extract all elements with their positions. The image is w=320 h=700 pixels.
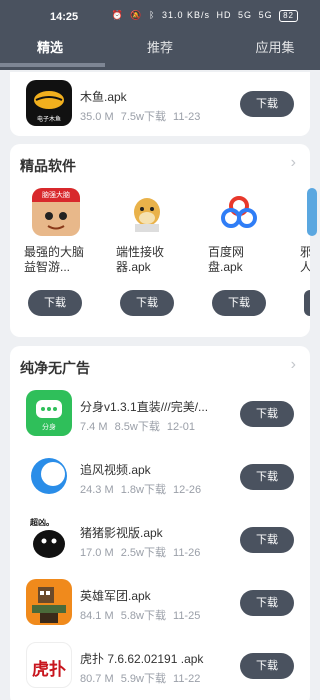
app-icon — [26, 579, 72, 625]
app-icon[interactable]: 电子木鱼 — [26, 80, 72, 126]
app-name: 追风视频.apk — [80, 463, 151, 477]
app-size: 35.0 M — [80, 111, 114, 123]
app-downloads: 7.5w下载 — [120, 111, 166, 123]
download-button[interactable]: 下载 — [304, 290, 310, 316]
tab-recommended[interactable]: 推荐 — [130, 32, 190, 70]
premium-section-card: 精品软件 › 脑强大脑 最强的大脑益智游... 下载 端性接收器.apk 下载 … — [10, 144, 317, 337]
app-downloads: 8.5w下载 — [114, 421, 160, 433]
app-downloads: 2.5w下载 — [120, 547, 166, 559]
app-icon: 虎扑 — [26, 642, 72, 688]
bluetooth-icon: ᛒ — [149, 10, 156, 20]
download-button[interactable]: 下载 — [240, 590, 294, 616]
baidu-netdisk-icon — [221, 196, 257, 228]
app-downloads: 1.8w下载 — [120, 484, 166, 496]
download-button[interactable]: 下载 — [120, 290, 174, 316]
signal-icon: 5G — [258, 10, 273, 20]
adfree-section-card: 纯净无广告 › 分身 分身v1.3.1直装///完美/... 7.4 M 8.5… — [10, 346, 310, 700]
chevron-right-icon[interactable]: › — [291, 154, 296, 172]
chevron-right-icon[interactable]: › — [291, 356, 296, 374]
app-icon — [215, 188, 263, 236]
app-icon — [26, 453, 72, 499]
app-date: 11-25 — [173, 610, 201, 622]
hd-icon: HD — [216, 10, 232, 20]
app-meta: 84.1 M 5.8w下载 11-25 — [80, 607, 204, 623]
hero-legion-icon — [32, 587, 66, 623]
status-icons: ⏰ 🔕 ᛒ 31.0 KB/s HD 5G 5G 82 — [109, 10, 298, 22]
download-button[interactable]: 下载 — [240, 464, 294, 490]
app-downloads: 5.8w下载 — [120, 610, 166, 622]
download-button[interactable]: 下载 — [240, 653, 294, 679]
wind-video-icon — [31, 458, 67, 494]
status-time: 14:25 — [50, 11, 79, 23]
app-name: 分身v1.3.1直装///完美/... — [80, 400, 209, 414]
hupu-logo-icon: 虎扑 — [32, 660, 66, 679]
download-button[interactable]: 下载 — [240, 91, 294, 117]
app-icon-label: 脑强大脑 — [42, 192, 70, 199]
app-name[interactable]: 木鱼.apk — [80, 88, 220, 105]
app-date: 11-22 — [173, 673, 201, 685]
app-meta: 17.0 M 2.5w下载 11-26 — [80, 544, 204, 560]
download-button[interactable]: 下载 — [212, 290, 266, 316]
battery-icon: 82 — [279, 10, 298, 22]
app-icon-label: 电子木鱼 — [36, 117, 61, 123]
tab-app-collections[interactable]: 应用集 — [240, 32, 310, 70]
app-meta: 80.7 M 5.9w下载 11-22 — [80, 670, 204, 686]
app-name: 邪人 — [300, 245, 310, 274]
app-size: 80.7 M — [80, 673, 114, 685]
app-icon — [307, 188, 317, 236]
app-icon-label: 超凶。 — [30, 518, 54, 527]
section-title: 精品软件 — [20, 158, 76, 174]
download-button[interactable]: 下载 — [240, 401, 294, 427]
status-bar: 14:25 ⏰ 🔕 ᛒ 31.0 KB/s HD 5G 5G 82 — [0, 0, 320, 32]
app-size: 84.1 M — [80, 610, 114, 622]
app-meta: 7.4 M 8.5w下载 12-01 — [80, 418, 199, 434]
app-icon — [123, 188, 171, 236]
section-title: 纯净无广告 — [20, 360, 90, 376]
app-name: 百度网盘.apk — [208, 245, 245, 274]
app-icon: 脑强大脑 — [32, 188, 80, 236]
app-icon: 分身 — [26, 390, 72, 436]
app-downloads: 5.9w下载 — [120, 673, 166, 685]
app-size: 17.0 M — [80, 547, 114, 559]
app-icon-label: 分身 — [42, 424, 56, 431]
mute-icon: 🔕 — [130, 10, 143, 20]
signal-icon: 5G — [238, 10, 253, 20]
download-button[interactable]: 下载 — [240, 527, 294, 553]
app-date: 12-26 — [173, 484, 202, 496]
app-size: 7.4 M — [80, 421, 108, 433]
network-speed: 31.0 KB/s — [161, 10, 210, 20]
app-name: 最强的大脑益智游... — [24, 245, 85, 274]
app-name: 端性接收器.apk — [116, 245, 165, 274]
app-date: 11-26 — [173, 547, 201, 559]
doge-icon — [134, 198, 160, 232]
download-button[interactable]: 下载 — [28, 290, 82, 316]
app-name: 虎扑 7.6.62.02191 .apk — [80, 652, 204, 666]
alarm-icon: ⏰ — [111, 10, 124, 20]
app-date: 12-01 — [166, 421, 196, 433]
app-meta: 24.3 M 1.8w下载 12-26 — [80, 481, 205, 497]
top-bar: 14:25 ⏰ 🔕 ᛒ 31.0 KB/s HD 5G 5G 82 精选 推荐 … — [0, 0, 320, 70]
tab-indicator — [0, 63, 105, 67]
app-list-card: 电子木鱼 木鱼.apk 35.0 M 7.5w下载 11-23 下载 — [10, 72, 310, 136]
app-date: 11-23 — [173, 111, 201, 123]
app-name: 猪猪影视版.apk — [80, 526, 163, 540]
app-size: 24.3 M — [80, 484, 114, 496]
app-icon: 超凶。 — [26, 516, 72, 562]
app-meta: 35.0 M 7.5w下载 11-23 — [80, 108, 204, 124]
app-name: 英雄军团.apk — [80, 589, 151, 603]
